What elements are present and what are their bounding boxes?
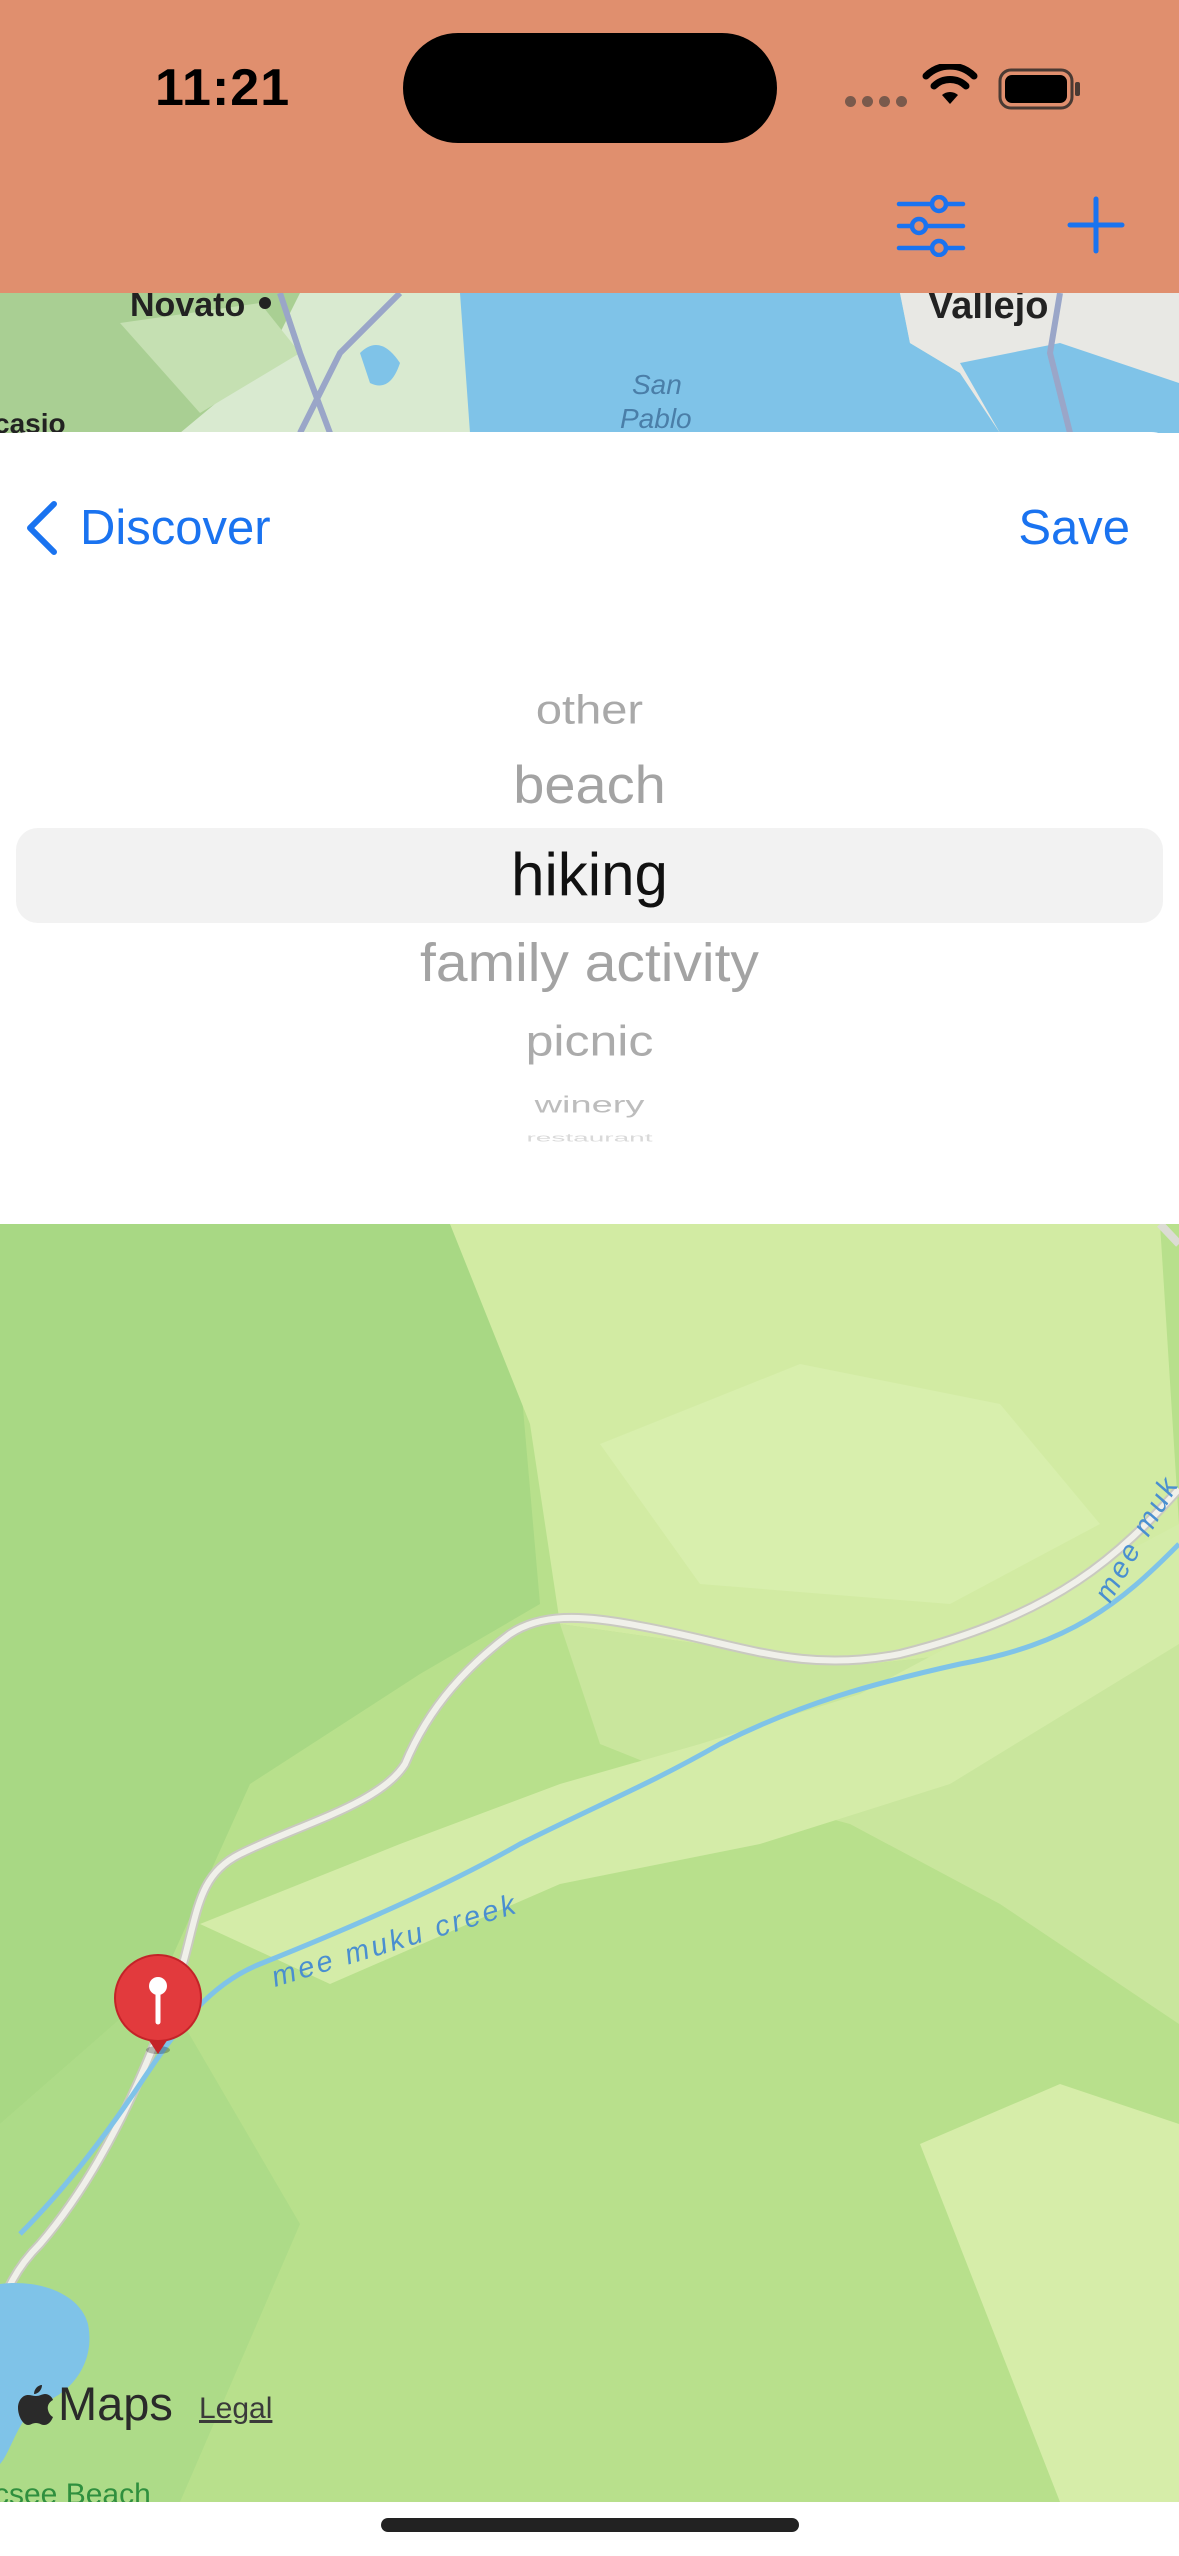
navigation-bar: 11:21	[0, 0, 1179, 293]
map-label-san: San	[632, 369, 682, 400]
picker-option[interactable]: winery	[0, 1092, 1179, 1119]
picker-option[interactable]: family activity	[0, 932, 1179, 994]
status-time: 11:21	[155, 59, 291, 117]
picker-option[interactable]: other	[0, 686, 1179, 733]
save-button[interactable]: Save	[1018, 488, 1130, 568]
chevron-left-icon	[27, 501, 57, 555]
maps-label: Maps	[58, 2377, 173, 2430]
picker-option[interactable]: beach	[0, 754, 1179, 815]
legal-link[interactable]: Legal	[199, 2392, 272, 2426]
wifi-icon	[922, 64, 978, 104]
category-picker-wheel[interactable]: other beach hiking family activity picni…	[0, 652, 1179, 1144]
back-button-label: Discover	[80, 501, 271, 555]
dynamic-island	[403, 33, 777, 143]
back-button[interactable]: Discover	[24, 488, 271, 568]
filter-sliders-icon	[896, 194, 966, 258]
picker-option[interactable]: restaurant	[0, 1132, 1179, 1145]
top-map-strip[interactable]: Novato Vallejo San Pablo casio	[0, 293, 1179, 433]
picker-option-selected[interactable]: hiking	[0, 840, 1179, 909]
add-plus-icon	[1067, 196, 1125, 254]
add-button[interactable]	[1064, 193, 1128, 257]
home-indicator[interactable]	[381, 2518, 799, 2532]
apple-maps-logo: Maps	[18, 2376, 173, 2431]
map-view[interactable]: mee muku creek mee muk	[0, 1224, 1179, 2502]
map-label-nicasio: casio	[0, 408, 66, 433]
battery-icon	[998, 68, 1080, 110]
map-label-novato: Novato	[130, 293, 245, 324]
filter-button[interactable]	[895, 194, 967, 258]
category-picker-sheet: Discover Save other beach hiking family …	[0, 432, 1179, 1224]
apple-logo-icon	[18, 2384, 53, 2425]
picker-option[interactable]: picnic	[0, 1016, 1179, 1066]
map-label-vallejo: Vallejo	[928, 293, 1048, 327]
cellular-signal-icon	[845, 94, 913, 112]
map-label-pablo: Pablo	[620, 403, 692, 433]
